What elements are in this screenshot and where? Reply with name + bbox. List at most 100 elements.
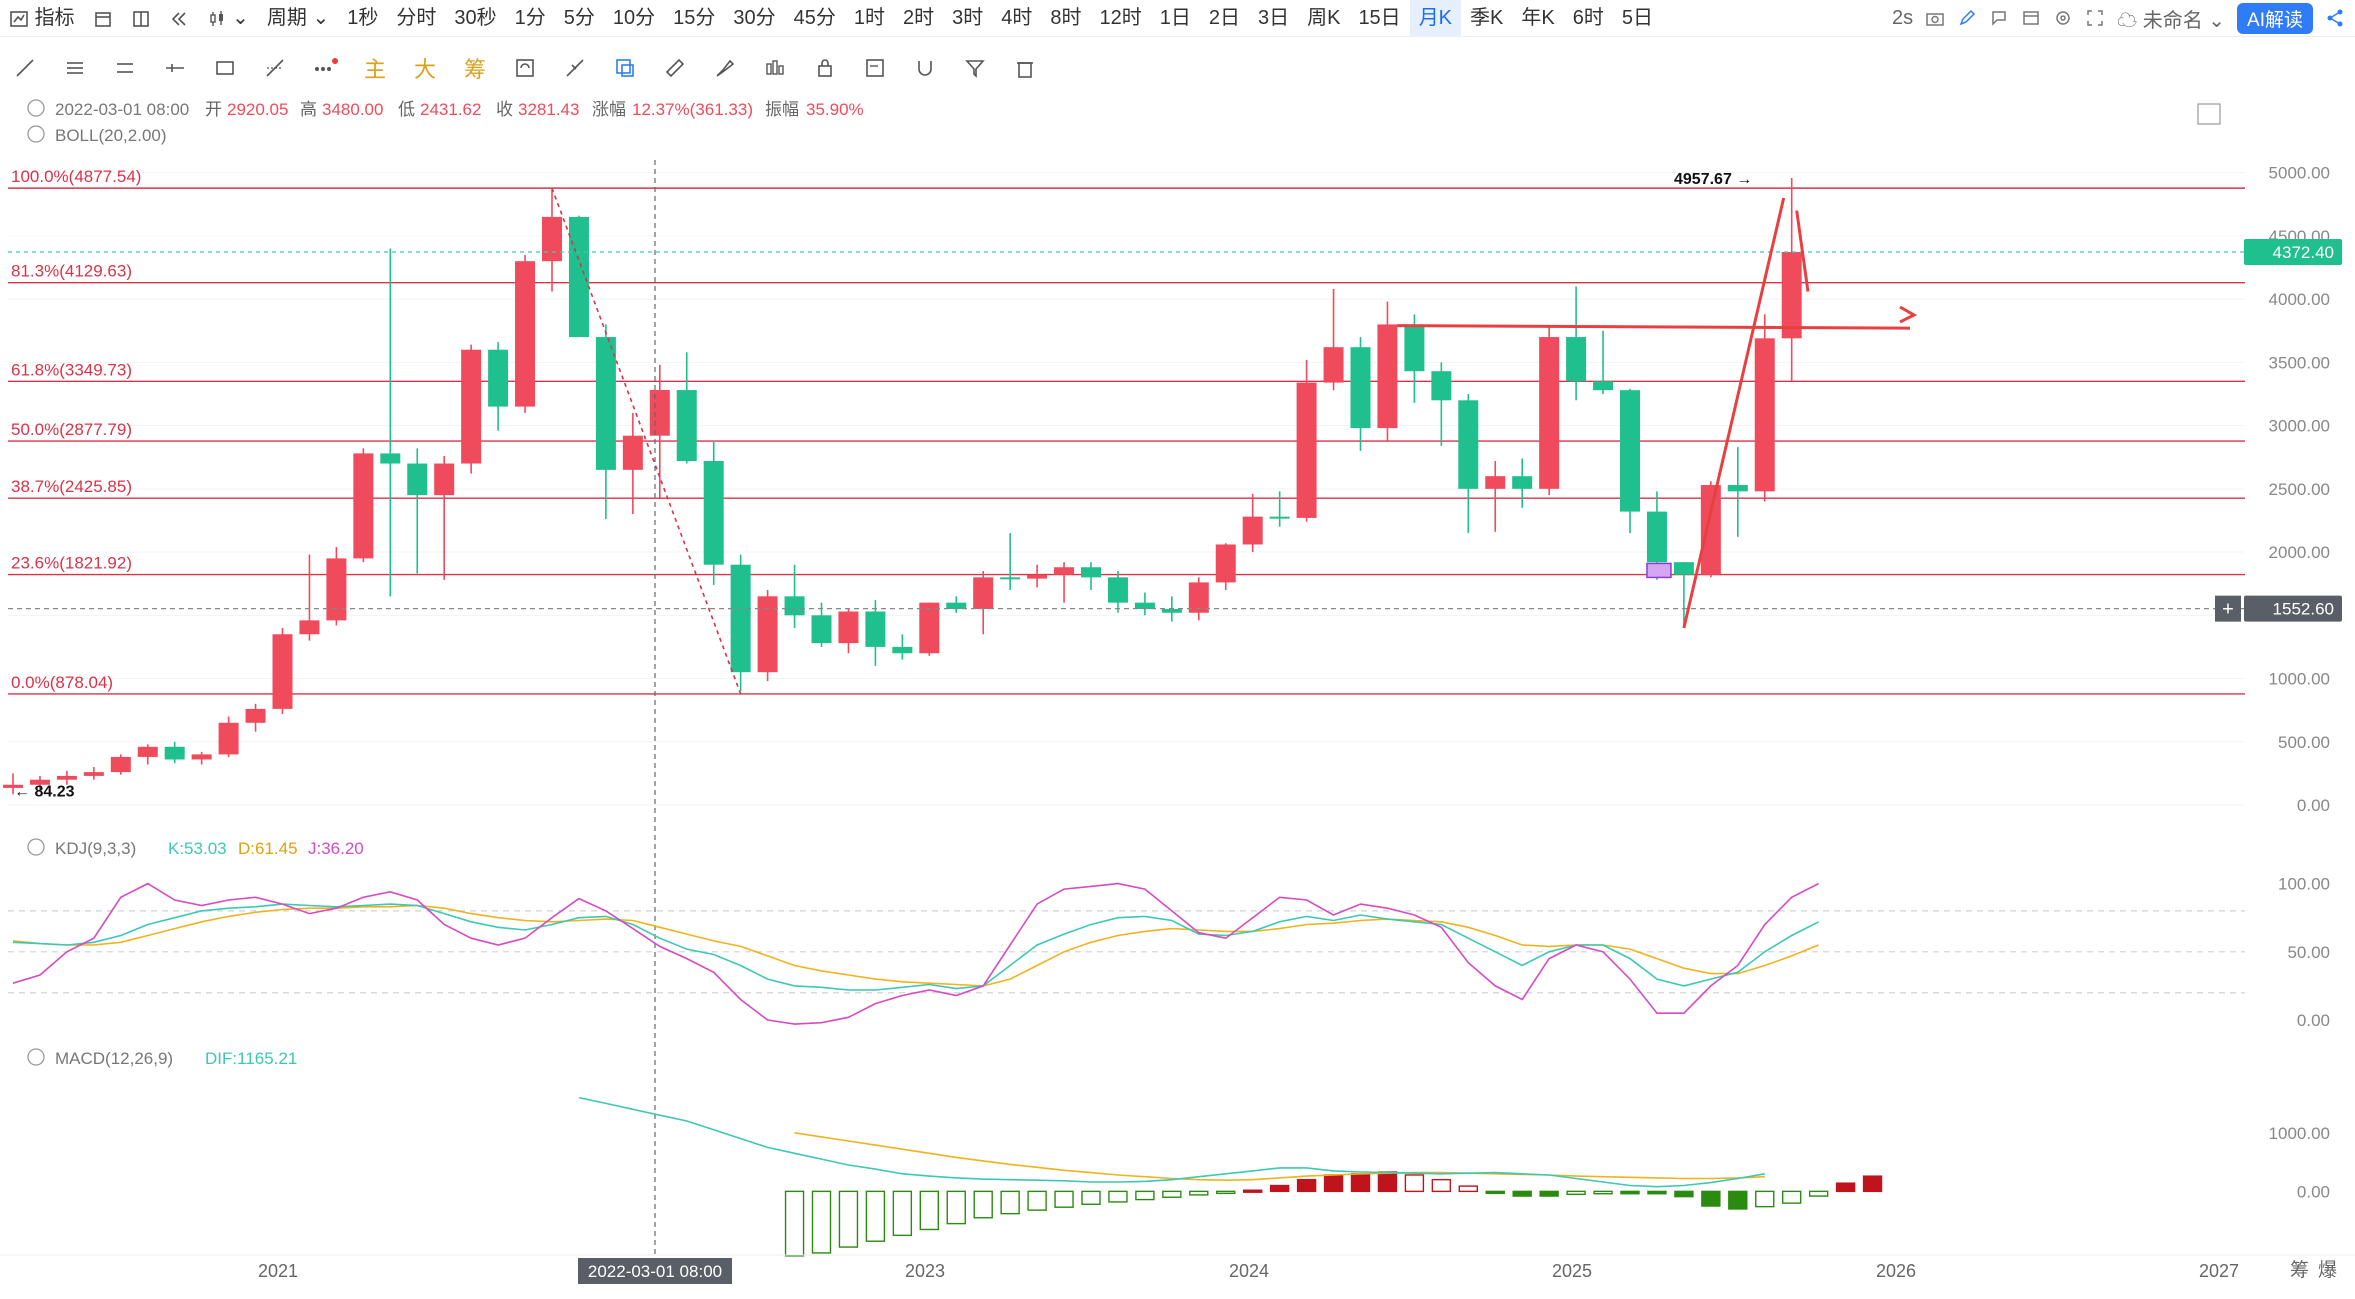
candle-body[interactable] (1054, 567, 1075, 575)
candle-body[interactable] (56, 775, 77, 780)
measure-button[interactable] (550, 48, 600, 88)
candle-body[interactable] (1646, 511, 1667, 563)
candle-body[interactable] (865, 611, 886, 647)
channel-button[interactable] (100, 48, 150, 88)
annotation-icon[interactable] (1989, 8, 2009, 28)
candle-body[interactable] (1377, 324, 1398, 429)
period-item[interactable]: 月K (1409, 0, 1462, 36)
candle-body[interactable] (1593, 381, 1614, 391)
period-item[interactable]: 年K (1512, 0, 1563, 36)
pen-icon[interactable] (1957, 8, 1977, 28)
refresh-interval[interactable]: 2s (1892, 7, 1913, 30)
candle-body[interactable] (1620, 390, 1640, 512)
period-item[interactable]: 季K (1461, 0, 1512, 36)
layout-button[interactable] (122, 0, 160, 36)
period-item[interactable]: 3日 (1249, 0, 1298, 36)
period-item[interactable]: 5日 (1613, 0, 1662, 36)
period-item[interactable]: 5分 (555, 0, 604, 36)
candle-body[interactable] (1727, 485, 1748, 492)
collapse-icon[interactable] (27, 125, 45, 143)
period-item[interactable]: 3时 (943, 0, 992, 36)
candle-body[interactable] (757, 596, 778, 673)
candle-body[interactable] (515, 261, 536, 407)
downward-arrow-line[interactable] (1795, 210, 1810, 292)
candle-body[interactable] (1107, 577, 1128, 603)
candle-body[interactable] (811, 615, 832, 644)
candle-body[interactable] (1431, 371, 1452, 401)
candle-body[interactable] (137, 746, 158, 757)
period-item[interactable]: 12时 (1090, 0, 1150, 36)
expand-panel-icon[interactable] (2197, 103, 2221, 125)
footer-burst-label[interactable]: 爆 (2318, 1259, 2337, 1281)
period-item[interactable]: 45分 (785, 0, 845, 36)
upward-trend-line[interactable] (1682, 197, 1786, 629)
candle-body[interactable] (1566, 337, 1587, 382)
rectangle-button[interactable] (200, 48, 250, 88)
collapse-icon[interactable] (27, 1048, 45, 1066)
fib-anchor-line[interactable] (551, 187, 742, 695)
candle-body[interactable] (434, 463, 455, 496)
candle-body[interactable] (272, 634, 293, 709)
candle-body[interactable] (595, 337, 616, 470)
candle-body[interactable] (649, 389, 670, 436)
trend-line-button[interactable] (0, 48, 50, 88)
candle-body[interactable] (676, 390, 697, 461)
period-item[interactable]: 2日 (1200, 0, 1249, 36)
sync-button[interactable] (500, 48, 550, 88)
highlight-box[interactable] (1646, 562, 1672, 579)
candle-body[interactable] (1458, 400, 1479, 489)
candle-body[interactable] (703, 461, 724, 565)
candle-body[interactable] (110, 756, 131, 773)
candle-body[interactable] (1000, 577, 1021, 580)
horizontal-arrow-line[interactable] (1397, 324, 1911, 330)
magnet-button[interactable] (900, 48, 950, 88)
candle-body[interactable] (1404, 324, 1425, 372)
candle-body[interactable] (1242, 516, 1263, 545)
candle-body[interactable] (218, 722, 239, 755)
candle-body[interactable] (326, 558, 347, 621)
note-button[interactable] (850, 48, 900, 88)
candle-body[interactable] (919, 602, 940, 654)
candle-body[interactable] (1188, 582, 1209, 613)
gear-icon[interactable] (2053, 8, 2073, 28)
candle-body[interactable] (29, 779, 50, 785)
collapse-icon[interactable] (27, 838, 45, 856)
candle-body[interactable] (488, 349, 509, 407)
filter-button[interactable] (950, 48, 1000, 88)
period-item[interactable]: 分时 (387, 0, 445, 36)
candle-body[interactable] (407, 463, 428, 496)
period-item[interactable]: 周K (1298, 0, 1349, 36)
bars-button[interactable] (750, 48, 800, 88)
fullscreen-icon[interactable] (2085, 8, 2105, 28)
candle-body[interactable] (1323, 347, 1344, 383)
compare-icon[interactable] (2021, 8, 2041, 28)
candle-body[interactable] (622, 435, 643, 470)
share-icon[interactable] (2325, 8, 2345, 28)
candle-body[interactable] (461, 349, 482, 464)
select-button[interactable] (600, 48, 650, 88)
candle-body[interactable] (1081, 567, 1101, 578)
candle-body[interactable] (730, 564, 751, 673)
period-item[interactable]: 15分 (664, 0, 724, 36)
candle-body[interactable] (892, 646, 913, 654)
period-item[interactable]: 30分 (724, 0, 784, 36)
period-dropdown[interactable]: 周期 ⌄ (258, 0, 338, 36)
candle-body[interactable] (1134, 602, 1155, 609)
ai-interpret-button[interactable]: AI解读 (2237, 2, 2313, 34)
more-tools-button[interactable] (300, 48, 350, 88)
period-item[interactable]: 30秒 (445, 0, 505, 36)
candle-body[interactable] (3, 784, 23, 788)
candle-body[interactable] (568, 216, 589, 338)
chart-type-button[interactable]: ⌄ (198, 0, 258, 36)
fib-tool-button[interactable] (250, 48, 300, 88)
footer-chip-label[interactable]: 筹 (2290, 1259, 2309, 1281)
collapse-icon[interactable] (27, 99, 45, 117)
candle-body[interactable] (191, 754, 212, 760)
candle-body[interactable] (1296, 382, 1317, 518)
candle-body[interactable] (1161, 608, 1182, 613)
replay-button[interactable] (160, 0, 198, 36)
indicator-button[interactable]: 指标 (0, 0, 84, 36)
candle-body[interactable] (164, 746, 185, 760)
candle-body[interactable] (1700, 485, 1721, 575)
period-item[interactable]: 1日 (1151, 0, 1200, 36)
